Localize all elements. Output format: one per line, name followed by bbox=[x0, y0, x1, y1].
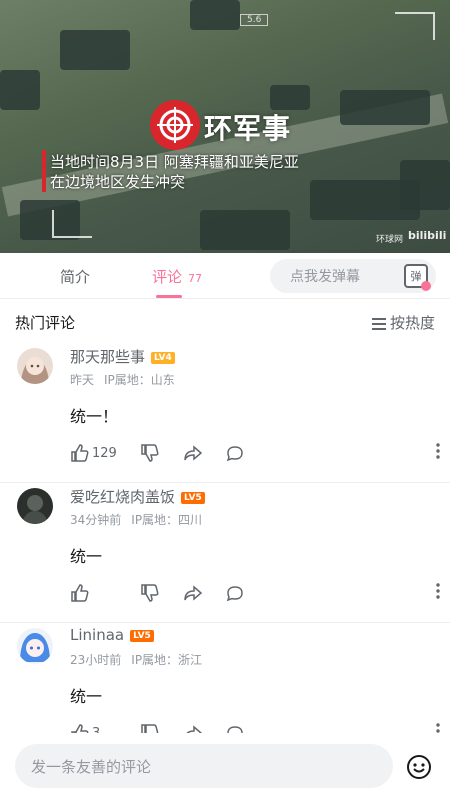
comments-header: 热门评论 按热度 bbox=[0, 299, 450, 343]
sort-icon bbox=[371, 315, 386, 333]
comment-ip-location: IP属地：山东 bbox=[104, 373, 175, 387]
comment-meta: 34分钟前 IP属地：四川 bbox=[70, 511, 202, 528]
rangefinder-readout: 5.6 bbox=[240, 14, 269, 26]
comment-list: 那天那些事 LV4 昨天 IP属地：山东 统一！ 129 爱吃红烧肉盖饭 LV5… bbox=[0, 343, 450, 763]
danmaku-input[interactable]: 点我发弹幕 弹 bbox=[270, 259, 436, 293]
thumbs-up-icon bbox=[71, 584, 89, 602]
danmaku-toggle-icon[interactable]: 弹 bbox=[404, 264, 431, 291]
comment-time: 34分钟前 bbox=[70, 513, 122, 527]
share-icon bbox=[184, 585, 203, 601]
channel-logo-text: 环军事 bbox=[204, 112, 292, 145]
blue-hair-avatar[interactable] bbox=[17, 628, 53, 664]
comment-username[interactable]: Lininaa LV5 bbox=[70, 626, 154, 644]
comment-meta: 昨天 IP属地：山东 bbox=[70, 371, 175, 388]
thumbs-down-icon bbox=[141, 584, 159, 602]
comment-meta: 23小时前 IP属地：浙江 bbox=[70, 651, 202, 668]
username-text: 那天那些事 bbox=[70, 348, 146, 366]
target-logo-icon bbox=[150, 100, 200, 150]
comment-text: 统一！ bbox=[70, 407, 119, 426]
crosshair-corner bbox=[395, 12, 435, 40]
comment-username[interactable]: 那天那些事 LV4 bbox=[70, 346, 175, 367]
thumbs-up-icon bbox=[71, 444, 89, 462]
username-text: 爱吃红烧肉盖饭 bbox=[70, 488, 176, 506]
comment-username[interactable]: 爱吃红烧肉盖饭 LV5 bbox=[70, 486, 205, 507]
comment-time: 23小时前 bbox=[70, 653, 122, 667]
username-text: Lininaa bbox=[70, 626, 125, 644]
comment-actions: 129 bbox=[70, 441, 440, 465]
video-player[interactable]: 5.6 环军事 当地时间8月3日 阿塞拜疆和亚美尼亚 在边境地区发生冲突 环球网… bbox=[0, 0, 450, 253]
more-options-icon[interactable] bbox=[436, 583, 440, 603]
caption-line-2: 在边境地区发生冲突 bbox=[50, 173, 186, 191]
more-options-icon[interactable] bbox=[436, 443, 440, 463]
anime-girl-avatar[interactable] bbox=[17, 348, 53, 384]
watermark-brand: bilibili bbox=[408, 229, 447, 242]
like-button[interactable]: 129 bbox=[70, 441, 117, 465]
comment-input-bar: 发一条友善的评论 bbox=[0, 733, 450, 800]
like-count: 129 bbox=[92, 445, 117, 461]
share-icon bbox=[184, 445, 203, 461]
emoji-icon[interactable] bbox=[406, 754, 432, 784]
reply-bubble-icon bbox=[226, 586, 243, 602]
video-scene-vehicle bbox=[190, 0, 240, 30]
video-scene-vehicle bbox=[60, 30, 130, 70]
comment-text: 统一 bbox=[70, 687, 103, 706]
dislike-button[interactable] bbox=[140, 581, 160, 605]
level-badge: LV5 bbox=[181, 491, 205, 504]
video-caption: 当地时间8月3日 阿塞拜疆和亚美尼亚 在边境地区发生冲突 bbox=[50, 152, 299, 192]
share-button[interactable] bbox=[183, 581, 203, 605]
comment-ip-location: IP属地：四川 bbox=[131, 513, 203, 527]
video-scene-vehicle bbox=[0, 70, 40, 110]
comment-item: 爱吃红烧肉盖饭 LV5 34分钟前 IP属地：四川 统一 bbox=[0, 483, 450, 623]
level-badge: LV5 bbox=[130, 629, 154, 642]
reply-button[interactable] bbox=[225, 581, 245, 605]
tab-comments-label: 评论 bbox=[152, 268, 183, 286]
watermark-source: 环球网 bbox=[376, 235, 404, 245]
thumbs-down-icon bbox=[141, 444, 159, 462]
video-scene-vehicle bbox=[200, 210, 290, 250]
danmaku-placeholder: 点我发弹幕 bbox=[290, 269, 360, 285]
hot-comments-title: 热门评论 bbox=[15, 314, 76, 332]
dislike-button[interactable] bbox=[140, 441, 160, 465]
sort-button[interactable]: 按热度 bbox=[371, 312, 435, 333]
share-button[interactable] bbox=[183, 441, 203, 465]
crosshair-corner bbox=[52, 210, 92, 238]
comment-time: 昨天 bbox=[70, 373, 95, 387]
like-button[interactable] bbox=[70, 581, 92, 605]
comment-item: 那天那些事 LV4 昨天 IP属地：山东 统一！ 129 bbox=[0, 343, 450, 483]
tab-bar: 简介 评论 77 点我发弹幕 弹 bbox=[0, 253, 450, 299]
comment-ip-location: IP属地：浙江 bbox=[131, 653, 203, 667]
tab-comments[interactable]: 评论 77 bbox=[152, 266, 202, 287]
video-scene-vehicle bbox=[400, 160, 450, 210]
caption-accent-bar bbox=[42, 150, 46, 192]
dark-avatar[interactable] bbox=[17, 488, 53, 524]
tab-comments-count: 77 bbox=[188, 272, 203, 285]
reply-bubble-icon bbox=[226, 446, 243, 462]
level-badge: LV4 bbox=[151, 351, 175, 364]
comment-text: 统一 bbox=[70, 547, 103, 566]
video-scene-vehicle bbox=[340, 90, 430, 125]
sort-label: 按热度 bbox=[389, 314, 435, 332]
caption-line-1: 当地时间8月3日 阿塞拜疆和亚美尼亚 bbox=[50, 153, 299, 171]
comment-input-placeholder: 发一条友善的评论 bbox=[31, 757, 152, 776]
reply-button[interactable] bbox=[225, 441, 245, 465]
active-tab-indicator bbox=[156, 295, 182, 298]
tab-intro[interactable]: 简介 bbox=[60, 266, 90, 287]
comment-actions bbox=[70, 581, 440, 605]
comment-input[interactable]: 发一条友善的评论 bbox=[15, 744, 393, 788]
